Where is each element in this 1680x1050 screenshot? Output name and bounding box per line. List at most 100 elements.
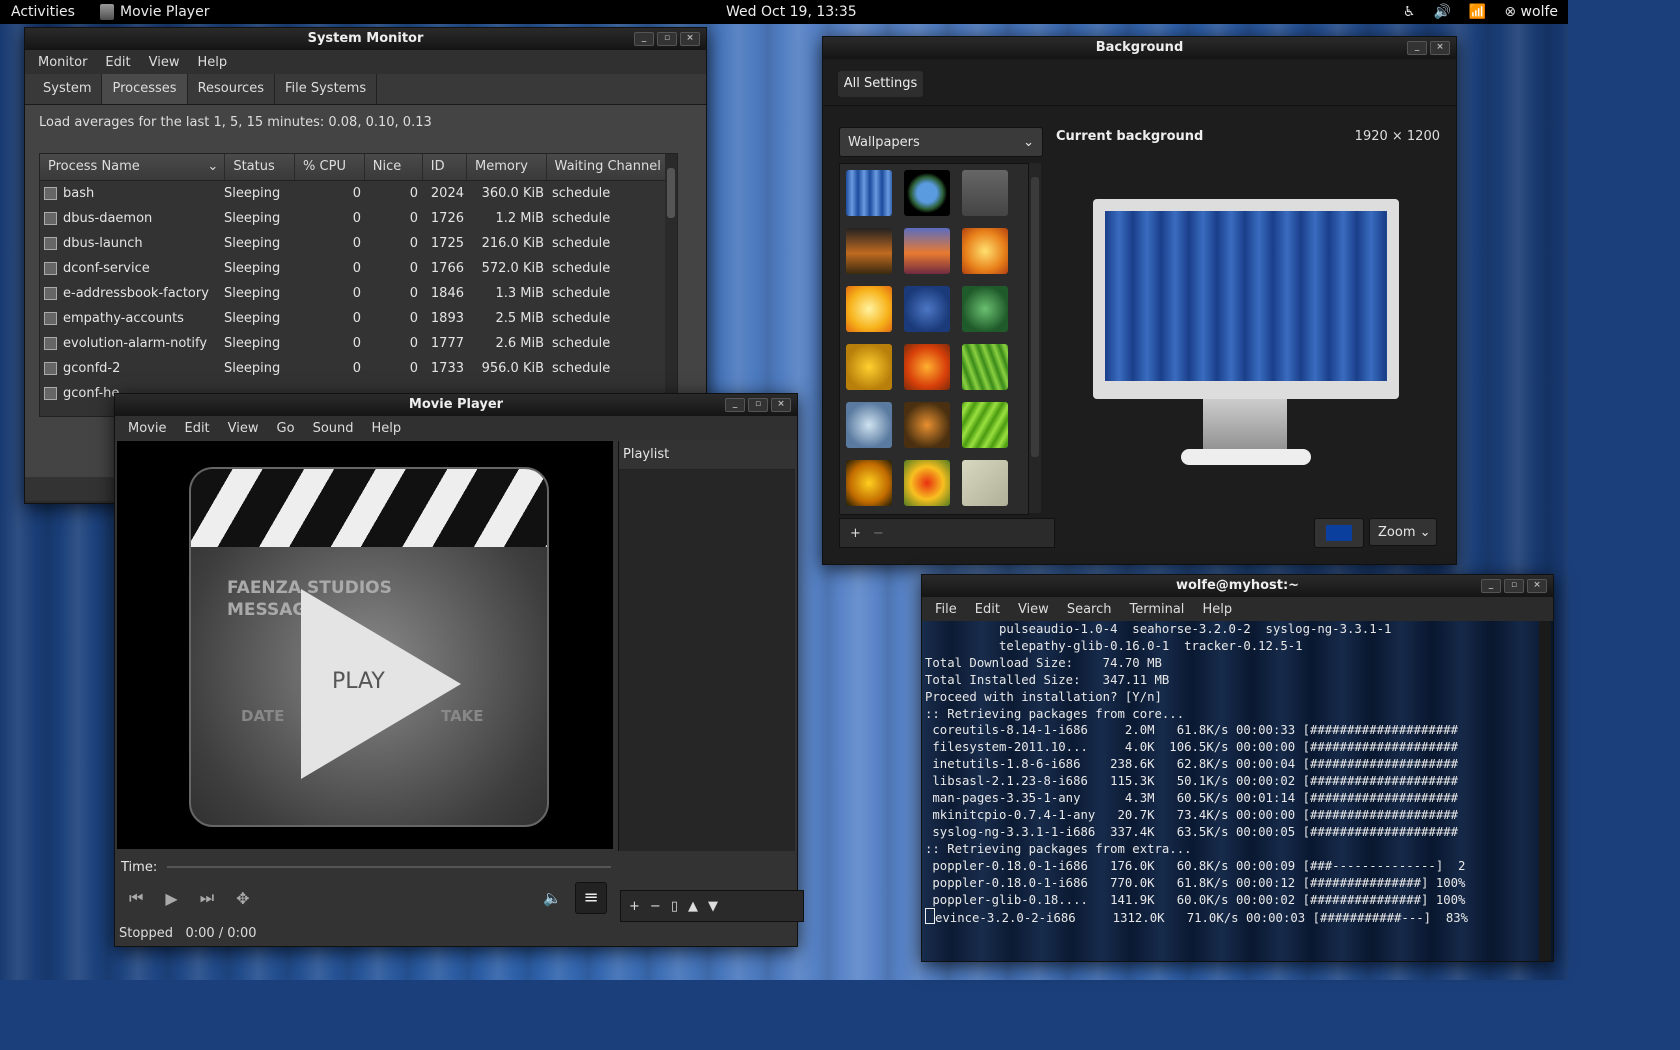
window-titlebar[interactable]: Movie Player _ ▫ ×	[115, 394, 797, 416]
column-header-memory[interactable]: Memory	[467, 154, 547, 180]
window-titlebar[interactable]: System Monitor _ ▫ ×	[25, 28, 706, 50]
tab-resources[interactable]: Resources	[188, 74, 275, 104]
next-icon[interactable]: ⏭	[200, 888, 214, 908]
menu-help[interactable]: Help	[1193, 602, 1241, 617]
volume-icon[interactable]: 🔈	[543, 889, 562, 907]
menu-help[interactable]: Help	[363, 421, 411, 436]
wallpaper-thumb[interactable]	[904, 402, 950, 448]
play-icon[interactable]: ▶	[165, 889, 177, 908]
minimize-button[interactable]: _	[1481, 579, 1501, 593]
wallpaper-thumb[interactable]	[904, 460, 950, 506]
scrollbar[interactable]	[1539, 621, 1551, 961]
menu-view[interactable]: View	[219, 421, 268, 436]
move-down-icon[interactable]: ▼	[708, 899, 718, 914]
wallpaper-thumb[interactable]	[962, 286, 1008, 332]
table-row[interactable]: gconfd-2 Sleeping 0 0 1733 956.0 KiB schedule	[40, 356, 677, 381]
menu-go[interactable]: Go	[268, 421, 304, 436]
menu-edit[interactable]: Edit	[175, 421, 218, 436]
seek-slider[interactable]	[167, 866, 611, 868]
wallpaper-thumb[interactable]	[846, 170, 892, 216]
column-header-status[interactable]: Status	[225, 154, 296, 180]
wallpaper-thumb[interactable]	[846, 286, 892, 332]
remove-icon[interactable]: −	[650, 899, 661, 914]
volume-icon[interactable]: 🔊	[1433, 0, 1450, 24]
table-row[interactable]: e-addressbook-factory Sleeping 0 0 1846 1.3 M…	[40, 281, 677, 306]
tab-system[interactable]: System	[33, 74, 103, 104]
maximize-button[interactable]: ▫	[748, 398, 768, 412]
wallpaper-thumb[interactable]	[962, 170, 1008, 216]
wallpaper-thumb[interactable]	[904, 344, 950, 390]
color-picker-button[interactable]	[1314, 518, 1364, 548]
menu-edit[interactable]: Edit	[96, 55, 139, 70]
table-row[interactable]: bash Sleeping 0 0 2024 360.0 KiB schedule	[40, 181, 677, 206]
menu-edit[interactable]: Edit	[966, 602, 1009, 617]
tab-processes[interactable]: Processes	[102, 74, 188, 104]
wallpaper-thumb[interactable]	[904, 286, 950, 332]
table-row[interactable]: dbus-launch Sleeping 0 0 1725 216.0 KiB schedu…	[40, 231, 677, 256]
scroll-thumb[interactable]	[1031, 177, 1039, 457]
remove-icon[interactable]: −	[873, 526, 884, 541]
playlist-toggle-button[interactable]: ≡	[575, 882, 607, 914]
close-button[interactable]: ×	[1430, 41, 1450, 55]
column-header-nice[interactable]: Nice	[365, 154, 423, 180]
menu-terminal[interactable]: Terminal	[1120, 602, 1193, 617]
move-up-icon[interactable]: ▲	[688, 899, 698, 914]
column-header-name[interactable]: Process Name ⌄	[40, 154, 226, 180]
wallpaper-thumb[interactable]	[962, 228, 1008, 274]
wallpaper-thumb[interactable]	[904, 170, 950, 216]
column-header-id[interactable]: ID	[423, 154, 468, 180]
add-icon[interactable]: +	[629, 899, 640, 914]
table-row[interactable]: dconf-service Sleeping 0 0 1766 572.0 KiB sche…	[40, 256, 677, 281]
wallpaper-thumb[interactable]	[846, 228, 892, 274]
wallpaper-thumb[interactable]	[904, 228, 950, 274]
scrollbar[interactable]	[665, 154, 677, 416]
add-icon[interactable]: +	[850, 526, 861, 541]
menu-monitor[interactable]: Monitor	[29, 55, 96, 70]
table-row[interactable]: dbus-daemon Sleeping 0 0 1726 1.2 MiB schedule	[40, 206, 677, 231]
menu-view[interactable]: View	[140, 55, 189, 70]
terminal-output[interactable]: pulseaudio-1.0-4 seahorse-3.2.0-2 syslog…	[922, 621, 1541, 961]
wallpaper-source-select[interactable]: Wallpapers ⌄	[839, 127, 1043, 157]
save-playlist-icon[interactable]: ▯	[671, 899, 678, 914]
minimize-button[interactable]: _	[1407, 41, 1427, 55]
accessibility-icon[interactable]: ♿	[1403, 0, 1416, 24]
all-settings-button[interactable]: All Settings	[838, 71, 923, 97]
window-titlebar[interactable]: Background _ ×	[823, 37, 1456, 59]
wallpaper-thumb[interactable]	[962, 402, 1008, 448]
table-row[interactable]: empathy-accounts Sleeping 0 0 1893 2.5 MiB sch…	[40, 306, 677, 331]
maximize-button[interactable]: ▫	[1504, 579, 1524, 593]
scrollbar[interactable]	[1029, 163, 1041, 513]
menu-view[interactable]: View	[1009, 602, 1058, 617]
app-menu[interactable]: Movie Player	[100, 0, 209, 24]
close-button[interactable]: ×	[680, 32, 700, 46]
column-header-cpu[interactable]: % CPU	[295, 154, 365, 180]
table-row[interactable]: evolution-alarm-notify Sleeping 0 0 1777 2.6 …	[40, 331, 677, 356]
scroll-thumb[interactable]	[667, 168, 675, 218]
menu-sound[interactable]: Sound	[304, 421, 363, 436]
activities-button[interactable]: Activities	[11, 0, 75, 24]
clock[interactable]: Wed Oct 19, 13:35	[726, 0, 857, 24]
menu-file[interactable]: File	[926, 602, 966, 617]
zoom-mode-select[interactable]: Zoom ⌄	[1369, 518, 1437, 546]
wallpaper-thumb[interactable]	[846, 402, 892, 448]
menu-movie[interactable]: Movie	[119, 421, 175, 436]
wallpaper-thumb[interactable]	[962, 460, 1008, 506]
tab-file-systems[interactable]: File Systems	[275, 74, 378, 104]
close-button[interactable]: ×	[771, 398, 791, 412]
minimize-button[interactable]: _	[634, 32, 654, 46]
video-area[interactable]: FAENZA STUDIOS MESSAG DATE TAKE PLAY	[117, 441, 613, 849]
wallpaper-thumb[interactable]	[846, 460, 892, 506]
window-titlebar[interactable]: wolfe@myhost:~ _ ▫ ×	[922, 575, 1553, 597]
maximize-button[interactable]: ▫	[657, 32, 677, 46]
previous-icon[interactable]: ⏮	[129, 888, 143, 908]
minimize-button[interactable]: _	[725, 398, 745, 412]
menu-help[interactable]: Help	[188, 55, 236, 70]
wifi-icon[interactable]: 📶	[1469, 0, 1486, 24]
user-menu[interactable]: ⊗ wolfe	[1504, 0, 1558, 24]
fullscreen-icon[interactable]: ✥	[236, 889, 249, 908]
close-button[interactable]: ×	[1527, 579, 1547, 593]
menu-search[interactable]: Search	[1058, 602, 1121, 617]
wallpaper-thumb[interactable]	[962, 344, 1008, 390]
column-header-waiting-channel[interactable]: Waiting Channel	[547, 154, 677, 180]
wallpaper-thumb[interactable]	[846, 344, 892, 390]
